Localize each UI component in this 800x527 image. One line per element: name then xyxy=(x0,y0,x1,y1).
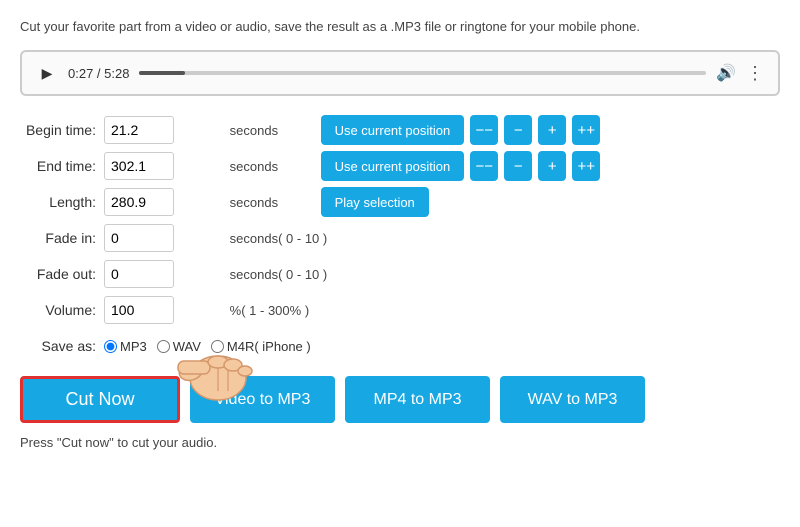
length-input-cell xyxy=(100,184,226,220)
length-row: Length: seconds Play selection xyxy=(20,184,780,220)
length-controls: Play selection xyxy=(321,187,776,217)
volume-row: Volume: %( 1 - 300% ) xyxy=(20,292,780,328)
fade-in-input[interactable] xyxy=(104,224,174,252)
time-display: 0:27 / 5:28 xyxy=(68,66,129,81)
end-time-row: End time: seconds Use current position −… xyxy=(20,148,780,184)
play-selection-btn[interactable]: Play selection xyxy=(321,187,429,217)
begin-time-unit: seconds xyxy=(226,112,317,148)
end-plus-plus-btn[interactable]: ++ xyxy=(572,151,600,181)
page-description: Cut your favorite part from a video or a… xyxy=(20,18,780,36)
settings-form: Begin time: seconds Use current position… xyxy=(20,112,780,364)
volume-input[interactable] xyxy=(104,296,174,324)
save-as-mp3-text: MP3 xyxy=(120,339,147,354)
begin-time-input-cell xyxy=(100,112,226,148)
begin-plus-btn[interactable]: + xyxy=(538,115,566,145)
audio-player: ▶ 0:27 / 5:28 🔊 ⋮ xyxy=(20,50,780,96)
save-as-m4r-label[interactable]: M4R( iPhone ) xyxy=(211,339,311,354)
action-buttons: Cut Now Video to MP3 MP4 to MP3 WAV to M… xyxy=(20,376,780,423)
save-as-wav-text: WAV xyxy=(173,339,201,354)
save-as-row: Save as: MP3 WAV M4R( iPhone ) xyxy=(20,328,780,364)
length-label: Length: xyxy=(20,184,100,220)
fade-in-input-cell xyxy=(100,220,226,256)
save-as-label: Save as: xyxy=(20,328,100,364)
fade-out-input[interactable] xyxy=(104,260,174,288)
fade-in-unit: seconds( 0 - 10 ) xyxy=(226,220,780,256)
volume-unit: %( 1 - 300% ) xyxy=(226,292,780,328)
progress-fill xyxy=(139,71,184,75)
cut-now-button[interactable]: Cut Now xyxy=(20,376,180,423)
video-to-mp3-button[interactable]: Video to MP3 xyxy=(190,376,335,423)
begin-time-label: Begin time: xyxy=(20,112,100,148)
save-as-options: MP3 WAV M4R( iPhone ) xyxy=(104,339,776,354)
begin-time-controls: Use current position −− − + ++ xyxy=(321,115,776,145)
fade-out-label: Fade out: xyxy=(20,256,100,292)
end-time-unit: seconds xyxy=(226,148,317,184)
end-time-controls: Use current position −− − + ++ xyxy=(321,151,776,181)
volume-icon[interactable]: 🔊 xyxy=(716,63,736,83)
save-as-m4r-radio[interactable] xyxy=(211,340,224,353)
fade-out-unit: seconds( 0 - 10 ) xyxy=(226,256,780,292)
save-as-mp3-label[interactable]: MP3 xyxy=(104,339,147,354)
fade-in-row: Fade in: seconds( 0 - 10 ) xyxy=(20,220,780,256)
more-options-icon[interactable]: ⋮ xyxy=(746,63,764,84)
fade-in-label: Fade in: xyxy=(20,220,100,256)
begin-plus-plus-btn[interactable]: ++ xyxy=(572,115,600,145)
mp4-to-mp3-button[interactable]: MP4 to MP3 xyxy=(345,376,490,423)
end-minus-btn[interactable]: − xyxy=(504,151,532,181)
save-as-wav-label[interactable]: WAV xyxy=(157,339,201,354)
begin-use-current-btn[interactable]: Use current position xyxy=(321,115,465,145)
begin-time-input[interactable] xyxy=(104,116,174,144)
end-time-input-cell xyxy=(100,148,226,184)
begin-time-row: Begin time: seconds Use current position… xyxy=(20,112,780,148)
begin-minus-minus-btn[interactable]: −− xyxy=(470,115,498,145)
begin-minus-btn[interactable]: − xyxy=(504,115,532,145)
status-text: Press "Cut now" to cut your audio. xyxy=(20,435,780,450)
progress-bar[interactable] xyxy=(139,71,706,75)
wav-to-mp3-button[interactable]: WAV to MP3 xyxy=(500,376,645,423)
end-plus-btn[interactable]: + xyxy=(538,151,566,181)
fade-out-input-cell xyxy=(100,256,226,292)
save-as-wav-radio[interactable] xyxy=(157,340,170,353)
play-button[interactable]: ▶ xyxy=(36,62,58,84)
volume-input-cell xyxy=(100,292,226,328)
fade-out-row: Fade out: seconds( 0 - 10 ) xyxy=(20,256,780,292)
end-time-label: End time: xyxy=(20,148,100,184)
end-minus-minus-btn[interactable]: −− xyxy=(470,151,498,181)
end-time-input[interactable] xyxy=(104,152,174,180)
save-as-m4r-text: M4R( iPhone ) xyxy=(227,339,311,354)
volume-label: Volume: xyxy=(20,292,100,328)
save-as-mp3-radio[interactable] xyxy=(104,340,117,353)
length-unit: seconds xyxy=(226,184,317,220)
end-use-current-btn[interactable]: Use current position xyxy=(321,151,465,181)
length-input[interactable] xyxy=(104,188,174,216)
